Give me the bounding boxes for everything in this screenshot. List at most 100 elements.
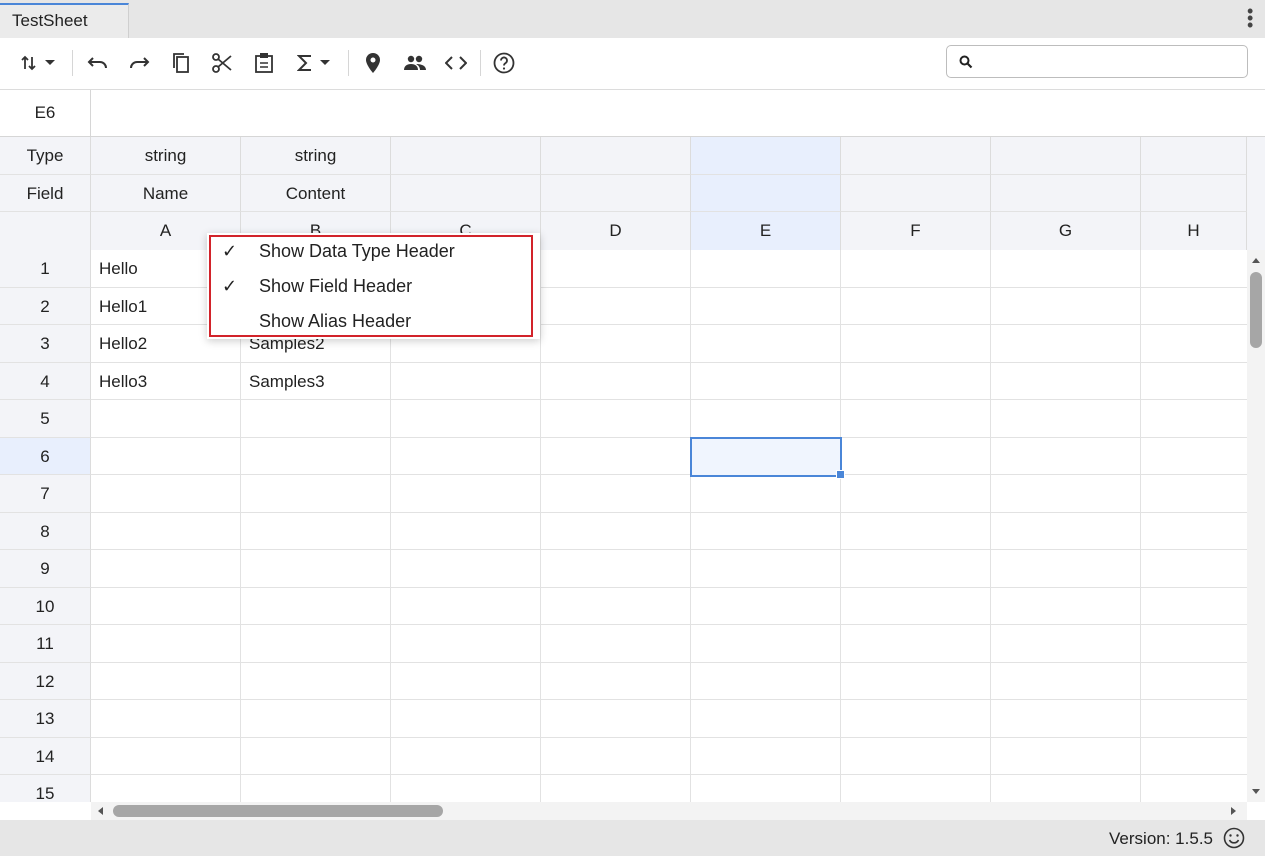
vertical-scroll-thumb[interactable] [1250, 272, 1262, 348]
row-header-10[interactable]: 10 [0, 588, 91, 625]
cell-reference[interactable]: E6 [0, 90, 91, 136]
column-field-cell[interactable]: Name [91, 175, 241, 212]
row-header-3[interactable]: 3 [0, 325, 91, 363]
column-type-cell[interactable] [391, 137, 541, 175]
cell-e8[interactable] [691, 513, 841, 550]
horizontal-scroll-thumb[interactable] [113, 805, 443, 817]
cell-c13[interactable] [391, 700, 541, 738]
column-field-cell[interactable] [1141, 175, 1247, 212]
column-field-cell[interactable]: Content [241, 175, 391, 212]
cell-h8[interactable] [1141, 513, 1247, 550]
cell-g7[interactable] [991, 475, 1141, 513]
cell-d7[interactable] [541, 475, 691, 513]
location-button[interactable] [360, 50, 386, 76]
cell-b12[interactable] [241, 663, 391, 700]
column-type-cell[interactable] [541, 137, 691, 175]
column-header-e[interactable]: E [691, 212, 841, 250]
cell-e9[interactable] [691, 550, 841, 588]
cell-e7[interactable] [691, 475, 841, 513]
cell-a13[interactable] [91, 700, 241, 738]
search-input[interactable] [979, 50, 1243, 74]
cell-a4[interactable]: Hello3 [91, 363, 241, 400]
sort-button[interactable] [16, 50, 60, 76]
cell-h2[interactable] [1141, 288, 1247, 325]
cell-b14[interactable] [241, 738, 391, 775]
cell-h12[interactable] [1141, 663, 1247, 700]
cell-b15[interactable] [241, 775, 391, 802]
cell-e2[interactable] [691, 288, 841, 325]
cell-e5[interactable] [691, 400, 841, 438]
cell-f5[interactable] [841, 400, 991, 438]
code-button[interactable] [443, 50, 469, 76]
cell-b6[interactable] [241, 438, 391, 475]
column-header-d[interactable]: D [541, 212, 691, 250]
cell-d14[interactable] [541, 738, 691, 775]
cell-d9[interactable] [541, 550, 691, 588]
cell-b9[interactable] [241, 550, 391, 588]
cell-b10[interactable] [241, 588, 391, 625]
cell-h11[interactable] [1141, 625, 1247, 663]
cell-d8[interactable] [541, 513, 691, 550]
cell-f14[interactable] [841, 738, 991, 775]
cell-f1[interactable] [841, 250, 991, 288]
column-type-cell[interactable]: string [91, 137, 241, 175]
cell-h13[interactable] [1141, 700, 1247, 738]
cell-d1[interactable] [541, 250, 691, 288]
selected-cell[interactable] [690, 437, 842, 477]
cell-a10[interactable] [91, 588, 241, 625]
cell-d2[interactable] [541, 288, 691, 325]
cell-g2[interactable] [991, 288, 1141, 325]
cell-h15[interactable] [1141, 775, 1247, 802]
cell-e11[interactable] [691, 625, 841, 663]
cell-g4[interactable] [991, 363, 1141, 400]
column-field-cell[interactable] [541, 175, 691, 212]
cell-a14[interactable] [91, 738, 241, 775]
cell-e3[interactable] [691, 325, 841, 363]
cell-e4[interactable] [691, 363, 841, 400]
column-field-cell[interactable] [991, 175, 1141, 212]
more-options-icon[interactable]: • • • [1247, 2, 1253, 34]
cell-h9[interactable] [1141, 550, 1247, 588]
cell-c12[interactable] [391, 663, 541, 700]
cell-d11[interactable] [541, 625, 691, 663]
cell-g6[interactable] [991, 438, 1141, 475]
people-button[interactable] [401, 50, 429, 76]
sheet-grid[interactable]: 1 Hello 2 Hello1 3 Hello2 Samples2 4 Hello3 Sampl… [0, 250, 1247, 802]
cell-f11[interactable] [841, 625, 991, 663]
help-button[interactable] [491, 50, 517, 76]
cell-h10[interactable] [1141, 588, 1247, 625]
paste-button[interactable] [251, 50, 277, 76]
cell-e15[interactable] [691, 775, 841, 802]
cell-g11[interactable] [991, 625, 1141, 663]
row-header-12[interactable]: 12 [0, 663, 91, 700]
cell-d4[interactable] [541, 363, 691, 400]
cell-a12[interactable] [91, 663, 241, 700]
cell-c10[interactable] [391, 588, 541, 625]
cell-d6[interactable] [541, 438, 691, 475]
undo-button[interactable] [85, 50, 111, 76]
row-header-13[interactable]: 13 [0, 700, 91, 738]
cell-g8[interactable] [991, 513, 1141, 550]
cell-g14[interactable] [991, 738, 1141, 775]
search-box[interactable] [946, 45, 1248, 78]
cell-g13[interactable] [991, 700, 1141, 738]
cell-h6[interactable] [1141, 438, 1247, 475]
cell-b5[interactable] [241, 400, 391, 438]
menu-item-show-alias-header[interactable]: Show Alias Header [207, 304, 540, 339]
row-header-7[interactable]: 7 [0, 475, 91, 513]
row-header-15[interactable]: 15 [0, 775, 91, 802]
cell-b4[interactable]: Samples3 [241, 363, 391, 400]
cell-h3[interactable] [1141, 325, 1247, 363]
cell-f6[interactable] [841, 438, 991, 475]
column-type-cell[interactable] [1141, 137, 1247, 175]
cut-button[interactable] [209, 50, 235, 76]
column-type-cell[interactable] [841, 137, 991, 175]
cell-a9[interactable] [91, 550, 241, 588]
cell-e14[interactable] [691, 738, 841, 775]
cell-a11[interactable] [91, 625, 241, 663]
row-header-11[interactable]: 11 [0, 625, 91, 663]
row-header-1[interactable]: 1 [0, 250, 91, 288]
cell-a8[interactable] [91, 513, 241, 550]
row-header-2[interactable]: 2 [0, 288, 91, 325]
row-header-8[interactable]: 8 [0, 513, 91, 550]
